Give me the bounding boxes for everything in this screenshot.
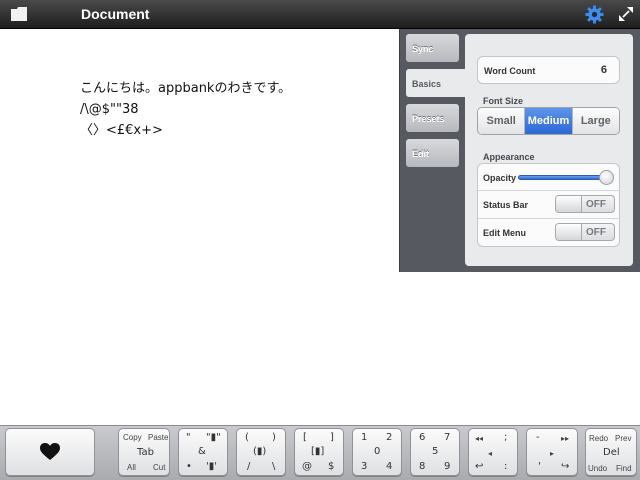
key-bottom-right: ↪ bbox=[561, 461, 570, 472]
toggle-knob bbox=[556, 196, 582, 212]
status-bar-label: Status Bar bbox=[483, 200, 529, 210]
document-line: /\@$""38 bbox=[80, 102, 139, 117]
key-bottom-right: : bbox=[504, 461, 508, 472]
key-top-left: 6 bbox=[419, 432, 426, 443]
appearance-label: Appearance bbox=[483, 152, 535, 162]
key-bottom-left: @ bbox=[302, 461, 312, 472]
key-bottom-left: • bbox=[186, 461, 192, 472]
key-top-left: [ bbox=[303, 432, 307, 443]
word-count-label: Word Count bbox=[484, 66, 536, 76]
tab-presets[interactable]: Presets bbox=[406, 104, 459, 132]
status-bar-toggle[interactable]: OFF bbox=[555, 195, 615, 213]
font-size-medium-option[interactable]: Medium bbox=[525, 108, 573, 134]
edit-menu-toggle[interactable]: OFF bbox=[555, 223, 615, 241]
toggle-state: OFF bbox=[586, 199, 606, 210]
resize-icon[interactable] bbox=[619, 7, 633, 21]
key-bottom-right: $ bbox=[328, 461, 335, 472]
document-text[interactable]: こんにちは。appbankのわきです。 /\@$""38 〈〉<£€x+> bbox=[80, 78, 291, 141]
opacity-slider[interactable] bbox=[518, 175, 610, 180]
all-label: All bbox=[127, 463, 136, 472]
divider bbox=[478, 218, 620, 219]
key-top-right: ▸▸ bbox=[561, 434, 570, 443]
cut-label: Cut bbox=[153, 463, 166, 472]
key-bottom-left: ' bbox=[538, 461, 541, 472]
toggle-knob bbox=[556, 224, 582, 240]
folder-icon[interactable] bbox=[11, 7, 27, 21]
key-bottom-right: '▮' bbox=[206, 461, 218, 472]
tab-edit[interactable]: Edit bbox=[406, 139, 459, 167]
key-bottom-left: 3 bbox=[361, 461, 368, 472]
key-bottom-right: 4 bbox=[386, 461, 393, 472]
key-top-right: 2 bbox=[386, 432, 393, 443]
font-size-label: Font Size bbox=[483, 96, 523, 106]
document-line: 〈〉<£€x+> bbox=[80, 123, 163, 138]
top-bar: Document bbox=[0, 0, 640, 29]
key-center: & bbox=[198, 446, 206, 457]
undo-label: Undo bbox=[588, 464, 608, 473]
tab-label: Tab bbox=[137, 447, 154, 458]
prev-label: Prev bbox=[615, 434, 632, 443]
document-line: こんにちは。appbankのわきです。 bbox=[80, 81, 292, 96]
key-center: 5 bbox=[432, 446, 439, 457]
key-center: 0 bbox=[374, 446, 381, 457]
tab-basics[interactable]: Basics bbox=[406, 69, 472, 97]
key-bottom-left: ↩ bbox=[475, 461, 484, 472]
key-center: (▮) bbox=[253, 446, 267, 457]
delete-label: Del bbox=[603, 447, 620, 458]
key-center: ◂ bbox=[488, 449, 493, 458]
key-bottom-left: / bbox=[247, 461, 251, 472]
tab-sync[interactable]: Sync bbox=[406, 34, 459, 62]
word-count-row: Word Count 6 bbox=[477, 56, 620, 84]
copy-label: Copy bbox=[123, 433, 142, 442]
key-top-left: ◂◂ bbox=[475, 434, 484, 443]
key-center: ▸ bbox=[550, 449, 555, 458]
key-top-left: ( bbox=[245, 432, 249, 443]
page-title: Document bbox=[81, 6, 150, 22]
heart-icon bbox=[40, 443, 60, 460]
font-size-segmented-control: Small Medium Large bbox=[477, 107, 620, 135]
toggle-state: OFF bbox=[586, 227, 606, 238]
key-bottom-left: 8 bbox=[419, 461, 426, 472]
edit-menu-label: Edit Menu bbox=[483, 228, 526, 238]
key-top-right: ] bbox=[330, 432, 334, 443]
find-label: Find bbox=[616, 464, 632, 473]
key-top-left: " bbox=[186, 432, 191, 443]
gear-icon[interactable] bbox=[585, 5, 604, 24]
redo-label: Redo bbox=[589, 434, 609, 443]
paste-label: Paste bbox=[148, 433, 169, 442]
key-top-right: 7 bbox=[444, 432, 451, 443]
font-size-small-option[interactable]: Small bbox=[478, 108, 526, 134]
word-count-value: 6 bbox=[600, 64, 607, 76]
font-size-large-option[interactable]: Large bbox=[572, 108, 619, 134]
key-bottom-right: \ bbox=[272, 461, 276, 472]
key-center: [▮] bbox=[311, 446, 325, 457]
opacity-label: Opacity bbox=[483, 173, 517, 183]
key-top-right: ; bbox=[504, 432, 508, 443]
key-bottom-right: 9 bbox=[444, 461, 451, 472]
key-top-left: 1 bbox=[361, 432, 368, 443]
key-top-right: "▮" bbox=[206, 432, 221, 443]
key-top-right: ) bbox=[272, 432, 276, 443]
key-top-left: - bbox=[536, 432, 540, 443]
divider bbox=[478, 190, 620, 191]
opacity-slider-thumb[interactable] bbox=[599, 170, 614, 185]
